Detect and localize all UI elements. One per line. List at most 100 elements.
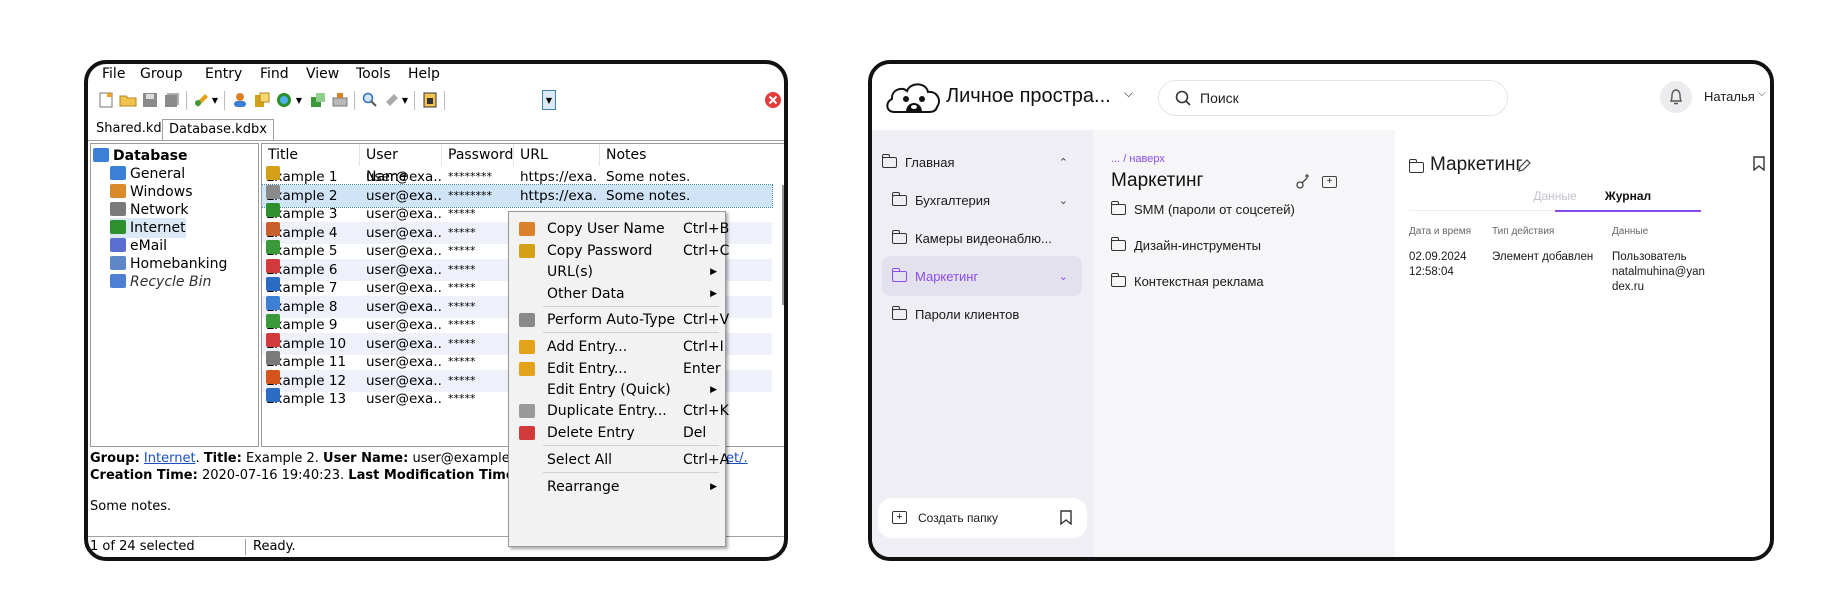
context-item-duplicate-entry[interactable]: Duplicate Entry... Ctrl+K bbox=[509, 400, 729, 422]
tree-item-label: Database bbox=[113, 148, 188, 164]
menu-help[interactable]: Help bbox=[408, 66, 440, 82]
context-item-add-entry[interactable]: Add Entry... Ctrl+I bbox=[509, 336, 725, 358]
lock-workspace-icon[interactable] bbox=[420, 90, 440, 110]
context-item-copy-password[interactable]: Copy Password Ctrl+C bbox=[509, 240, 729, 262]
context-item-url-s[interactable]: URL(s) ▶ bbox=[509, 261, 725, 283]
column-header-username[interactable]: User Name bbox=[360, 144, 442, 185]
copy-username-icon[interactable] bbox=[230, 90, 250, 110]
save-icon[interactable] bbox=[140, 90, 160, 110]
entry-view-icon[interactable] bbox=[382, 90, 402, 110]
context-item-perform-auto-type[interactable]: Perform Auto-Type Ctrl+V bbox=[509, 309, 729, 331]
bookmark-icon[interactable] bbox=[1753, 156, 1765, 171]
context-item-select-all[interactable]: Select All Ctrl+A bbox=[509, 449, 729, 471]
sidebar-item-3[interactable]: Камеры видеонаблю... bbox=[882, 218, 1082, 258]
info-group-link[interactable]: Internet bbox=[144, 451, 196, 466]
menu-bar: File Group Entry Find View Tools Help bbox=[88, 64, 784, 86]
create-folder-button[interactable]: Создать папку bbox=[918, 511, 998, 525]
user-menu-chevron-down-icon[interactable]: ⌵ bbox=[1758, 88, 1766, 99]
breadcrumb[interactable]: ... / наверх bbox=[1111, 153, 1165, 165]
open-url-dropdown-icon[interactable]: ▼ bbox=[294, 90, 304, 110]
sidebar-item-1[interactable]: Главная ⌃ bbox=[881, 142, 1082, 182]
search-placeholder[interactable]: Поиск bbox=[1200, 90, 1239, 106]
menu-find[interactable]: Find bbox=[260, 66, 289, 82]
workspace-chevron-down-icon[interactable]: ⌵ bbox=[1124, 86, 1133, 101]
menu-view[interactable]: View bbox=[306, 66, 339, 82]
folder-icon bbox=[1110, 236, 1126, 251]
log-action: Элемент добавлен bbox=[1492, 251, 1594, 263]
edit-pencil-icon[interactable] bbox=[1517, 158, 1532, 173]
context-item-shortcut: Ctrl+B bbox=[683, 221, 730, 237]
folder-item[interactable]: Контекстная реклама bbox=[1110, 270, 1264, 292]
quick-search-box[interactable] bbox=[460, 90, 542, 110]
find-icon[interactable] bbox=[360, 90, 380, 110]
workspace-name[interactable]: Личное простра... bbox=[946, 85, 1111, 108]
tree-item-label: Internet bbox=[130, 220, 186, 236]
tree-item-database[interactable]: Database bbox=[93, 146, 188, 166]
menu-entry[interactable]: Entry bbox=[205, 66, 242, 82]
chevron-down-icon[interactable]: ⌄ bbox=[1059, 194, 1068, 207]
folder-item[interactable]: SMM (пароли от соцсетей) bbox=[1110, 198, 1295, 220]
sidebar-item-label: Главная bbox=[905, 154, 955, 170]
sidebar-item-2[interactable]: Бухгалтерия ⌄ bbox=[882, 180, 1082, 220]
context-item-label: Add Entry... bbox=[547, 339, 628, 355]
tree-item-label: Network bbox=[130, 202, 189, 218]
tab-journal[interactable]: Журнал bbox=[1555, 182, 1701, 212]
folder-item-label: SMM (пароли от соцсетей) bbox=[1134, 201, 1295, 217]
context-item-shortcut: Ctrl+K bbox=[683, 403, 729, 419]
add-entry-dropdown-icon[interactable]: ▼ bbox=[210, 90, 220, 110]
context-item-edit-entry-quick[interactable]: Edit Entry (Quick) ▶ bbox=[509, 379, 725, 401]
chevron-down-icon[interactable]: ⌄ bbox=[1059, 270, 1068, 283]
sidebar-item-5[interactable]: Пароли клиентов bbox=[882, 294, 1082, 334]
close-icon[interactable] bbox=[763, 90, 783, 110]
tree-item-homebanking[interactable]: Homebanking bbox=[110, 254, 227, 274]
context-item-rearrange[interactable]: Rearrange ▶ bbox=[509, 476, 725, 498]
column-header-password[interactable]: Password bbox=[442, 144, 514, 166]
new-database-icon[interactable] bbox=[96, 90, 116, 110]
group-icon bbox=[110, 184, 126, 198]
user-name[interactable]: Наталья bbox=[1704, 89, 1755, 104]
menu-group[interactable]: Group bbox=[140, 66, 183, 82]
add-entry-icon[interactable] bbox=[192, 90, 212, 110]
column-header-url[interactable]: URL bbox=[514, 144, 600, 166]
copy-password-icon[interactable] bbox=[252, 90, 272, 110]
save-all-icon[interactable] bbox=[162, 90, 182, 110]
bookmark-icon[interactable] bbox=[1060, 510, 1072, 525]
entry-list-scrollbar[interactable] bbox=[779, 170, 784, 440]
entry-icon bbox=[266, 388, 280, 402]
entry-icon bbox=[266, 203, 280, 217]
key-plus-icon[interactable] bbox=[1295, 174, 1311, 190]
column-header-notes[interactable]: Notes bbox=[600, 144, 700, 166]
view-dropdown-icon[interactable]: ▼ bbox=[400, 90, 410, 110]
open-folder-icon[interactable] bbox=[118, 90, 138, 110]
tree-item-label: General bbox=[130, 166, 186, 182]
column-header-title[interactable]: Title bbox=[262, 144, 360, 166]
add-folder-icon[interactable]: + bbox=[1322, 176, 1337, 188]
info-title-value: Example 2. bbox=[245, 451, 319, 466]
tree-item-windows[interactable]: Windows bbox=[110, 182, 193, 202]
group-icon bbox=[110, 220, 126, 234]
quick-search-dropdown-icon[interactable]: ▼ bbox=[542, 90, 556, 110]
tree-item-general[interactable]: General bbox=[110, 164, 185, 184]
open-url-icon[interactable] bbox=[274, 90, 294, 110]
tab-database-kdbx[interactable]: Database.kdbx bbox=[162, 119, 274, 140]
info-url-link[interactable]: et/. bbox=[726, 450, 748, 467]
menu-file[interactable]: File bbox=[102, 66, 125, 82]
notifications-bell-icon[interactable] bbox=[1660, 81, 1692, 113]
folder-item[interactable]: Дизайн-инструменты bbox=[1110, 234, 1261, 256]
menu-tools[interactable]: Tools bbox=[356, 66, 391, 82]
sidebar-item-4[interactable]: Маркетинг ⌄ bbox=[882, 256, 1082, 296]
context-item-delete-entry[interactable]: Delete Entry Del bbox=[509, 422, 725, 444]
search-box[interactable]: Поиск bbox=[1158, 80, 1508, 116]
context-item-shortcut: Del bbox=[683, 425, 707, 441]
tree-item-recycle-bin[interactable]: Recycle Bin bbox=[110, 272, 211, 292]
tree-item-email[interactable]: eMail bbox=[110, 236, 167, 256]
tree-item-network[interactable]: Network bbox=[110, 200, 188, 220]
column-header-data: Данные bbox=[1612, 226, 1649, 237]
tree-item-internet[interactable]: Internet bbox=[110, 218, 186, 238]
copy-url-icon[interactable] bbox=[308, 90, 328, 110]
context-item-copy-user-name[interactable]: Copy User Name Ctrl+B bbox=[509, 218, 729, 240]
context-item-edit-entry[interactable]: Edit Entry... Enter bbox=[509, 358, 725, 380]
chevron-up-icon[interactable]: ⌃ bbox=[1059, 156, 1068, 169]
auto-type-icon[interactable] bbox=[330, 90, 350, 110]
context-item-other-data[interactable]: Other Data ▶ bbox=[509, 283, 725, 305]
